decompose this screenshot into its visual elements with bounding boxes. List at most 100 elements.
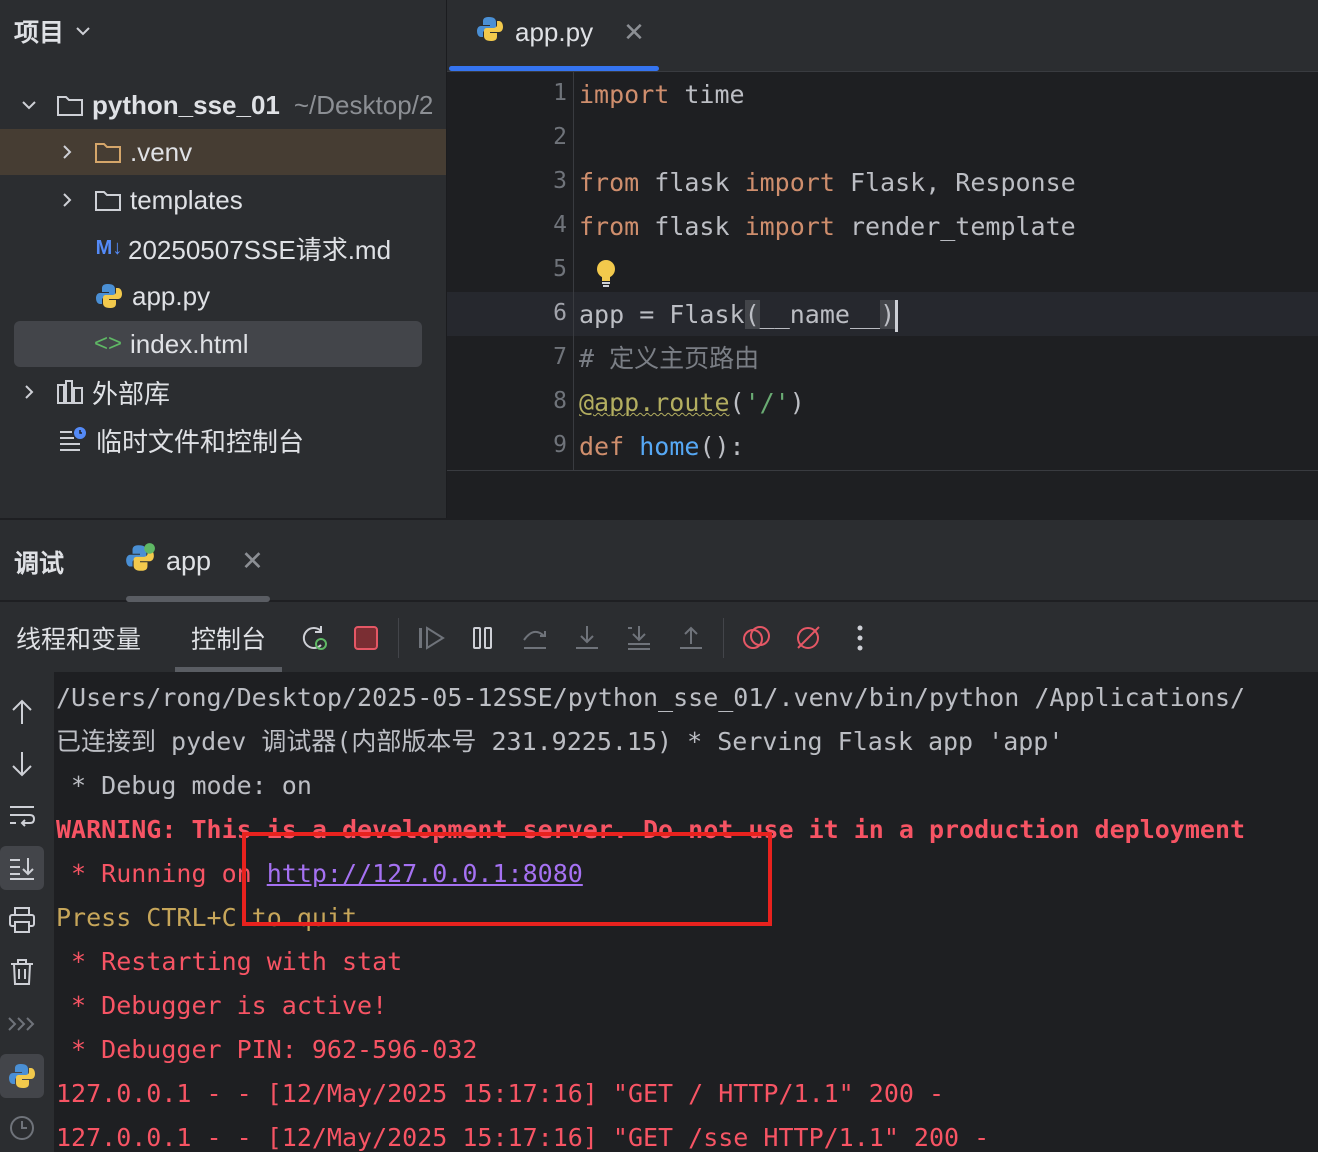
root-folder-name: python_sse_01	[92, 89, 280, 120]
tab-console[interactable]: 控制台	[175, 604, 283, 672]
tree-item-external-libraries[interactable]: 外部库	[0, 369, 446, 415]
console-request-log-line: 127.0.0.1 - - [12/May/2025 15:17:16] "GE…	[56, 1079, 945, 1108]
tree-root-python-sse-01[interactable]: python_sse_01 ~/Desktop/2	[0, 82, 446, 128]
history-icon[interactable]	[0, 1106, 44, 1150]
step-out-icon[interactable]	[665, 612, 717, 664]
code-line-6[interactable]: app = Flask(__name__)	[579, 295, 899, 335]
folder-icon	[56, 93, 84, 117]
console-line: /Users/rong/Desktop/2025-05-12SSE/python…	[56, 683, 1246, 712]
rerun-debug-icon[interactable]	[288, 612, 340, 664]
line-number: 4	[553, 212, 567, 238]
debug-run-tab-label: app	[166, 546, 212, 576]
code-line-8[interactable]: @app.route('/')	[579, 383, 805, 423]
tree-item-venv[interactable]: .venv	[0, 129, 446, 175]
html-icon: <>	[94, 330, 123, 357]
view-breakpoints-icon[interactable]	[730, 612, 782, 664]
python-debug-icon	[124, 542, 156, 581]
root-folder-path: ~/Desktop/2	[293, 89, 434, 120]
pause-icon[interactable]	[457, 612, 509, 664]
toolbar-separator	[398, 618, 400, 658]
arrow-down-icon[interactable]	[0, 742, 44, 786]
active-tab-indicator	[126, 596, 270, 602]
debug-panel: 调试 app ✕ 线程和变量 控制台 /Users/rong/Desktop/2…	[0, 518, 1318, 1152]
debug-run-tab-app[interactable]: app ✕	[124, 542, 264, 581]
server-url-link[interactable]: http://127.0.0.1:8080	[267, 859, 583, 888]
console-warning-line: WARNING: This is a development server. D…	[56, 815, 1246, 844]
tree-item-app-py[interactable]: app.py	[0, 273, 446, 319]
debug-console-output[interactable]: /Users/rong/Desktop/2025-05-12SSE/python…	[54, 672, 1318, 1152]
chevron-right-icon[interactable]	[18, 383, 40, 401]
code-line-4[interactable]: from flask import render_template	[579, 207, 1076, 247]
line-number: 3	[553, 168, 567, 194]
tree-item-label: templates	[130, 184, 243, 215]
tab-app-py[interactable]: app.py ✕	[475, 12, 645, 52]
step-into-icon[interactable]	[561, 612, 613, 664]
gutter-separator	[573, 72, 574, 470]
code-line-9[interactable]: def home():	[579, 427, 745, 467]
line-number: 8	[553, 388, 567, 414]
project-panel: 项目 python_sse_01 ~/Desktop/2 .venv templ…	[0, 0, 446, 518]
tree-item-label: index.html	[130, 328, 249, 359]
arrow-up-icon[interactable]	[0, 690, 44, 734]
text-caret	[895, 300, 899, 332]
tree-item-scratches-consoles[interactable]: 临时文件和控制台	[0, 417, 446, 463]
close-icon[interactable]: ✕	[623, 17, 645, 48]
tree-item-label: .venv	[130, 136, 193, 167]
line-number: 1	[553, 80, 567, 106]
line-number-gutter: 1 2 3 4 5 6 7 8 9	[447, 72, 573, 472]
line-number: 2	[553, 124, 567, 150]
line-number: 7	[553, 344, 567, 370]
expand-more-icon[interactable]	[0, 1002, 44, 1046]
tree-item-label: 临时文件和控制台	[96, 426, 305, 457]
tab-label: app.py	[515, 16, 594, 47]
console-line: * Debug mode: on	[56, 771, 312, 800]
console-line: * Debugger PIN: 962-596-032	[56, 1035, 478, 1064]
editor-tab-bar: app.py ✕	[447, 0, 1318, 72]
console-line: 已连接到 pydev 调试器(内部版本号 231.9225.15) * Serv…	[56, 727, 1064, 756]
tree-item-label: 外部库	[92, 378, 171, 409]
print-icon[interactable]	[0, 898, 44, 942]
scratch-icon	[58, 426, 88, 454]
close-icon[interactable]: ✕	[241, 546, 264, 577]
more-options-icon[interactable]	[834, 612, 886, 664]
chevron-down-icon	[76, 27, 90, 36]
console-running-line: * Running on http://127.0.0.1:8080	[56, 859, 583, 888]
debug-header: 调试 app ✕	[0, 520, 1318, 602]
chevron-right-icon[interactable]	[56, 143, 78, 161]
editor-bottom-area	[447, 470, 1318, 518]
trash-icon[interactable]	[0, 950, 44, 994]
scroll-to-end-icon[interactable]	[0, 846, 44, 890]
step-into-my-code-icon[interactable]	[613, 612, 665, 664]
console-side-toolbar	[0, 672, 54, 1152]
code-line-7[interactable]: # 定义主页路由	[579, 339, 759, 379]
code-editor: app.py ✕ 1 2 3 4 5 6 7 8 9 import time f…	[446, 0, 1318, 518]
folder-icon	[94, 140, 122, 164]
toolbar-separator	[723, 618, 725, 658]
python-icon	[94, 281, 124, 311]
tree-item-markdown-file[interactable]: M↓ 20250507SSE请求.md	[0, 225, 446, 271]
tab-threads-variables[interactable]: 线程和变量	[0, 604, 157, 672]
console-request-log-line: 127.0.0.1 - - [12/May/2025 15:17:16] "GE…	[56, 1123, 990, 1152]
line-number: 5	[553, 256, 567, 282]
code-line-3[interactable]: from flask import Flask, Response	[579, 163, 1076, 203]
chevron-right-icon[interactable]	[56, 191, 78, 209]
tree-item-label: app.py	[132, 280, 211, 311]
console-line: * Restarting with stat	[56, 947, 403, 976]
tree-item-index-html[interactable]: <> index.html	[14, 321, 422, 367]
project-header[interactable]: 项目	[14, 14, 92, 48]
console-line: Press CTRL+C to quit	[56, 903, 358, 932]
python-console-icon[interactable]	[0, 1054, 44, 1098]
debug-title: 调试	[14, 550, 65, 578]
line-number: 9	[553, 432, 567, 458]
code-line-1[interactable]: import time	[579, 75, 745, 115]
chevron-down-icon[interactable]	[18, 96, 40, 114]
resume-icon[interactable]	[405, 612, 457, 664]
debug-toolbar: 线程和变量 控制台	[0, 604, 1318, 672]
step-over-icon[interactable]	[509, 612, 561, 664]
stop-icon[interactable]	[340, 612, 392, 664]
soft-wrap-icon[interactable]	[0, 794, 44, 838]
python-icon	[475, 14, 505, 51]
tree-item-templates[interactable]: templates	[0, 177, 446, 223]
mute-breakpoints-icon[interactable]	[782, 612, 834, 664]
lightbulb-icon[interactable]	[595, 258, 617, 295]
